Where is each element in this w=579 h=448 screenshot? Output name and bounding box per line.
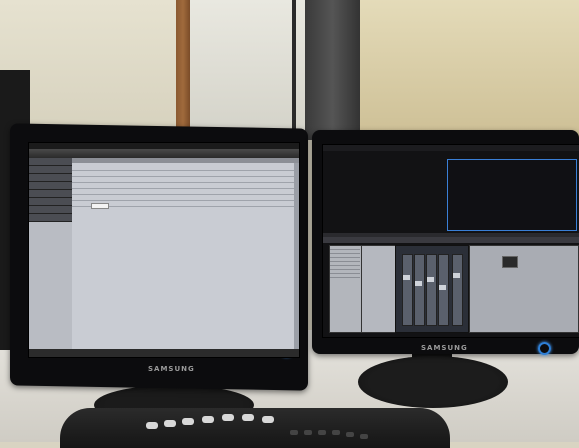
vertical-scrollbar[interactable] [294, 163, 299, 349]
keyboard-key[interactable] [202, 416, 214, 423]
dark-wall-panel [305, 0, 360, 140]
right-monitor-power-icon[interactable] [538, 342, 551, 355]
arrange-lane [72, 179, 294, 183]
keyboard-key[interactable] [318, 430, 326, 435]
keyboard-key[interactable] [346, 432, 354, 437]
file-browser[interactable] [329, 245, 363, 333]
keyboard-key[interactable] [262, 416, 274, 423]
mixer-channel[interactable] [402, 254, 413, 326]
fader-handle[interactable] [415, 281, 422, 286]
left-screen [28, 142, 300, 358]
keyboard-key[interactable] [290, 430, 298, 435]
daw-arrange-area[interactable] [72, 163, 294, 349]
track-row[interactable] [29, 158, 72, 166]
hanging-cable [292, 0, 296, 140]
arrange-lane [72, 197, 294, 201]
door-frame [176, 0, 190, 140]
keyboard-key[interactable] [222, 414, 234, 421]
clip-thumbnail[interactable] [502, 256, 518, 268]
daw-toolbar[interactable] [29, 149, 299, 158]
mixer-channel[interactable] [414, 254, 425, 326]
arrange-lane [72, 191, 294, 195]
right-menubar[interactable] [323, 145, 579, 151]
arrange-lane [72, 167, 294, 171]
keyboard-key[interactable] [242, 414, 254, 421]
daw-track-list[interactable] [29, 158, 72, 222]
track-row[interactable] [29, 190, 72, 198]
wall-right [360, 0, 579, 140]
track-row[interactable] [29, 166, 72, 174]
keyboard-key[interactable] [304, 430, 312, 435]
audio-clip[interactable] [91, 203, 109, 209]
master-channel[interactable] [452, 254, 463, 326]
track-row[interactable] [29, 198, 72, 206]
mixer-toolbar[interactable] [323, 237, 579, 243]
arrange-lane [72, 185, 294, 189]
list-item[interactable] [330, 274, 360, 278]
video-preview-window[interactable] [447, 159, 577, 231]
track-row[interactable] [29, 174, 72, 182]
inspector-panel[interactable] [361, 245, 397, 333]
keyboard-key[interactable] [332, 430, 340, 435]
keyboard-key[interactable] [360, 434, 368, 439]
track-row[interactable] [29, 206, 72, 214]
keyboard-key[interactable] [146, 422, 158, 429]
left-monitor-brand: SAMSUNG [148, 365, 195, 373]
mixer-channel[interactable] [438, 254, 449, 326]
keyboard-key[interactable] [182, 418, 194, 425]
fader-handle[interactable] [403, 275, 410, 280]
arrange-lane [72, 173, 294, 177]
right-monitor-stand [358, 356, 508, 408]
track-row[interactable] [29, 182, 72, 190]
mixer-channel[interactable] [426, 254, 437, 326]
track-row[interactable] [29, 214, 72, 222]
fader-handle[interactable] [439, 285, 446, 290]
keyboard-key[interactable] [164, 420, 176, 427]
mixer-console[interactable] [395, 245, 469, 333]
right-screen [322, 144, 579, 338]
editor-panel[interactable] [469, 245, 579, 333]
keyboard[interactable] [60, 408, 450, 448]
right-monitor-brand: SAMSUNG [421, 344, 468, 352]
fader-handle[interactable] [453, 273, 460, 278]
daw-status-bar [29, 349, 299, 357]
fader-handle[interactable] [427, 277, 434, 282]
